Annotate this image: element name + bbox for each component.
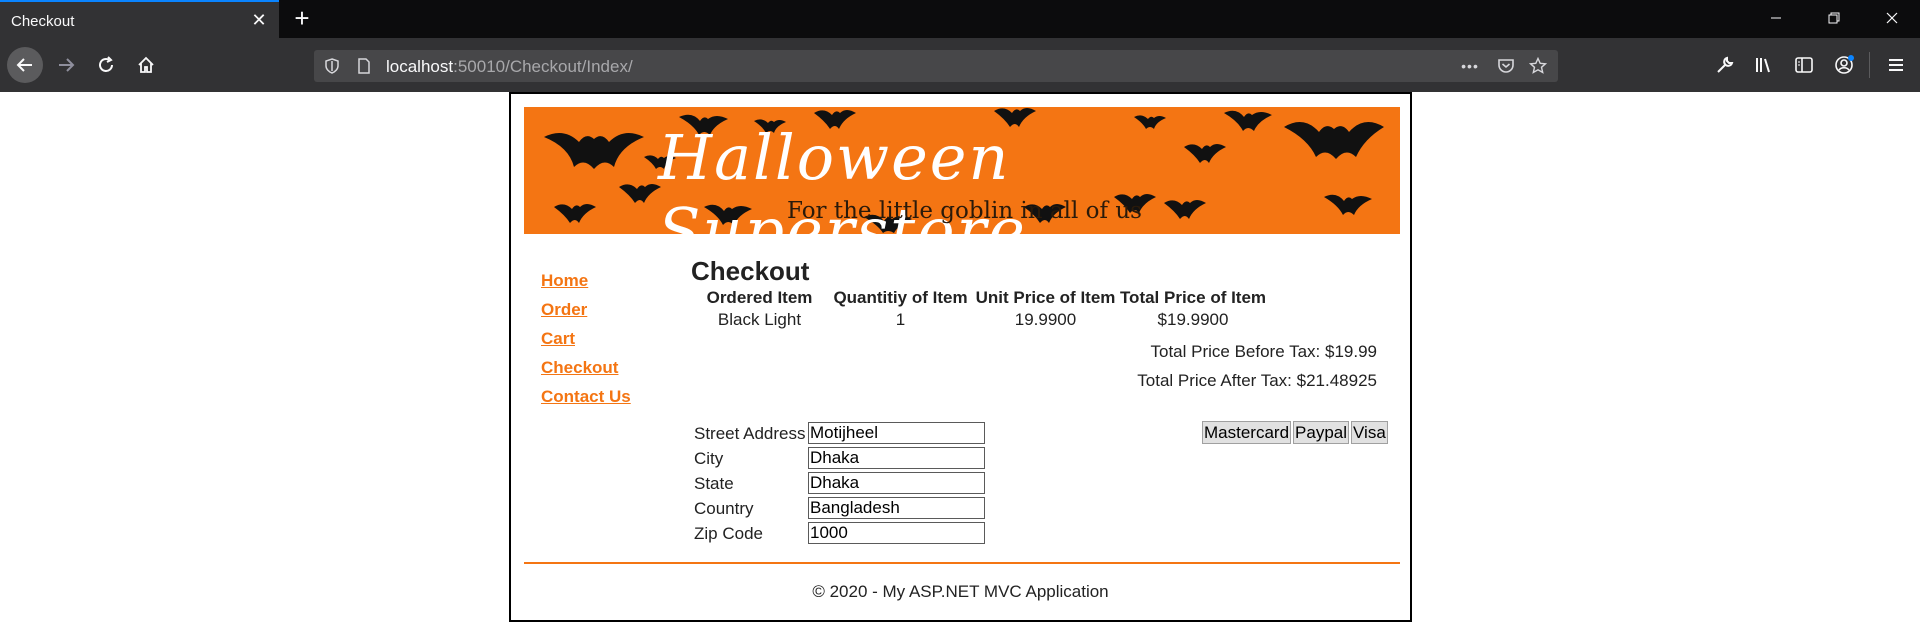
reload-icon[interactable] bbox=[88, 47, 124, 83]
wrench-icon[interactable] bbox=[1713, 53, 1737, 77]
forward-arrow-icon[interactable] bbox=[48, 47, 84, 83]
address-bar[interactable]: localhost:50010/Checkout/Index/ ••• bbox=[314, 50, 1558, 82]
zip-code-input[interactable] bbox=[808, 522, 985, 544]
toolbar-separator bbox=[1869, 52, 1870, 78]
home-icon[interactable] bbox=[128, 47, 164, 83]
total-after-tax: Total Price After Tax: $21.48925 bbox=[1137, 371, 1377, 390]
browser-tab-strip: Checkout ✕ + bbox=[0, 0, 1920, 38]
sidebar-toggle-icon[interactable] bbox=[1792, 53, 1816, 77]
tab-checkout[interactable]: Checkout ✕ bbox=[0, 0, 279, 38]
nav-link-checkout[interactable]: Checkout bbox=[541, 359, 631, 388]
banner-subtitle: For the little goblin in all of us bbox=[787, 198, 1142, 224]
table-row: Black Light 1 19.9900 $19.9900 bbox=[691, 309, 1404, 331]
page-actions-icon[interactable]: ••• bbox=[1460, 56, 1480, 76]
city-label: City bbox=[694, 449, 724, 468]
close-window-icon[interactable] bbox=[1880, 8, 1904, 32]
nav-link-order[interactable]: Order bbox=[541, 301, 631, 330]
tab-title: Checkout bbox=[11, 13, 75, 30]
street-address-input[interactable] bbox=[808, 422, 985, 444]
nav-link-contact-us[interactable]: Contact Us bbox=[541, 388, 631, 417]
shield-icon[interactable] bbox=[322, 56, 342, 76]
back-arrow-icon[interactable] bbox=[7, 47, 43, 83]
table-header-row: Ordered Item Quantitiy of Item Unit Pric… bbox=[691, 287, 1404, 309]
url-text[interactable]: localhost:50010/Checkout/Index/ bbox=[386, 57, 633, 77]
cell-unit-price: 19.9900 bbox=[1014, 310, 1077, 329]
order-table: Ordered Item Quantitiy of Item Unit Pric… bbox=[691, 287, 1404, 331]
visa-button[interactable]: Visa bbox=[1351, 421, 1388, 444]
header-ordered-item: Ordered Item bbox=[706, 288, 813, 307]
page-container: Halloween Superstore For the little gobl… bbox=[509, 92, 1412, 622]
country-label: Country bbox=[694, 499, 754, 518]
close-tab-icon[interactable]: ✕ bbox=[249, 10, 269, 30]
header-quantity: Quantitiy of Item bbox=[833, 288, 968, 307]
bookmark-star-icon[interactable] bbox=[1528, 56, 1548, 76]
page-title: Checkout bbox=[691, 256, 810, 286]
url-path: :50010/Checkout/Index/ bbox=[453, 57, 633, 76]
cell-total-price: $19.9900 bbox=[1157, 310, 1229, 329]
state-label: State bbox=[694, 474, 734, 493]
zip-label: Zip Code bbox=[694, 524, 763, 543]
paypal-button[interactable]: Paypal bbox=[1293, 421, 1350, 444]
restore-icon[interactable] bbox=[1822, 8, 1846, 32]
banner: Halloween Superstore For the little gobl… bbox=[524, 107, 1400, 234]
total-before-tax: Total Price Before Tax: $19.99 bbox=[1150, 342, 1378, 361]
state-input[interactable] bbox=[808, 472, 985, 494]
side-navigation: Home Order Cart Checkout Contact Us bbox=[541, 272, 631, 417]
header-total-price: Total Price of Item bbox=[1119, 288, 1267, 307]
header-unit-price: Unit Price of Item bbox=[975, 288, 1116, 307]
payment-buttons: Mastercard Paypal Visa bbox=[1202, 421, 1388, 444]
hamburger-menu-icon[interactable] bbox=[1884, 53, 1908, 77]
library-icon[interactable] bbox=[1752, 53, 1776, 77]
footer-copyright: © 2020 - My ASP.NET MVC Application bbox=[812, 582, 1109, 601]
minimize-icon[interactable] bbox=[1764, 8, 1788, 32]
nav-link-home[interactable]: Home bbox=[541, 272, 631, 301]
footer-divider bbox=[524, 562, 1400, 564]
url-host: localhost bbox=[386, 57, 454, 76]
account-icon[interactable] bbox=[1832, 53, 1856, 77]
page-info-icon[interactable] bbox=[354, 56, 374, 76]
nav-link-cart[interactable]: Cart bbox=[541, 330, 631, 359]
cell-quantity: 1 bbox=[895, 310, 906, 329]
new-tab-button[interactable]: + bbox=[288, 5, 316, 33]
mastercard-button[interactable]: Mastercard bbox=[1202, 421, 1292, 444]
street-label: Street Address bbox=[694, 424, 806, 443]
country-input[interactable] bbox=[808, 497, 985, 519]
browser-toolbar: localhost:50010/Checkout/Index/ ••• bbox=[0, 38, 1920, 92]
cell-item: Black Light bbox=[717, 310, 802, 329]
city-input[interactable] bbox=[808, 447, 985, 469]
pocket-icon[interactable] bbox=[1496, 56, 1516, 76]
